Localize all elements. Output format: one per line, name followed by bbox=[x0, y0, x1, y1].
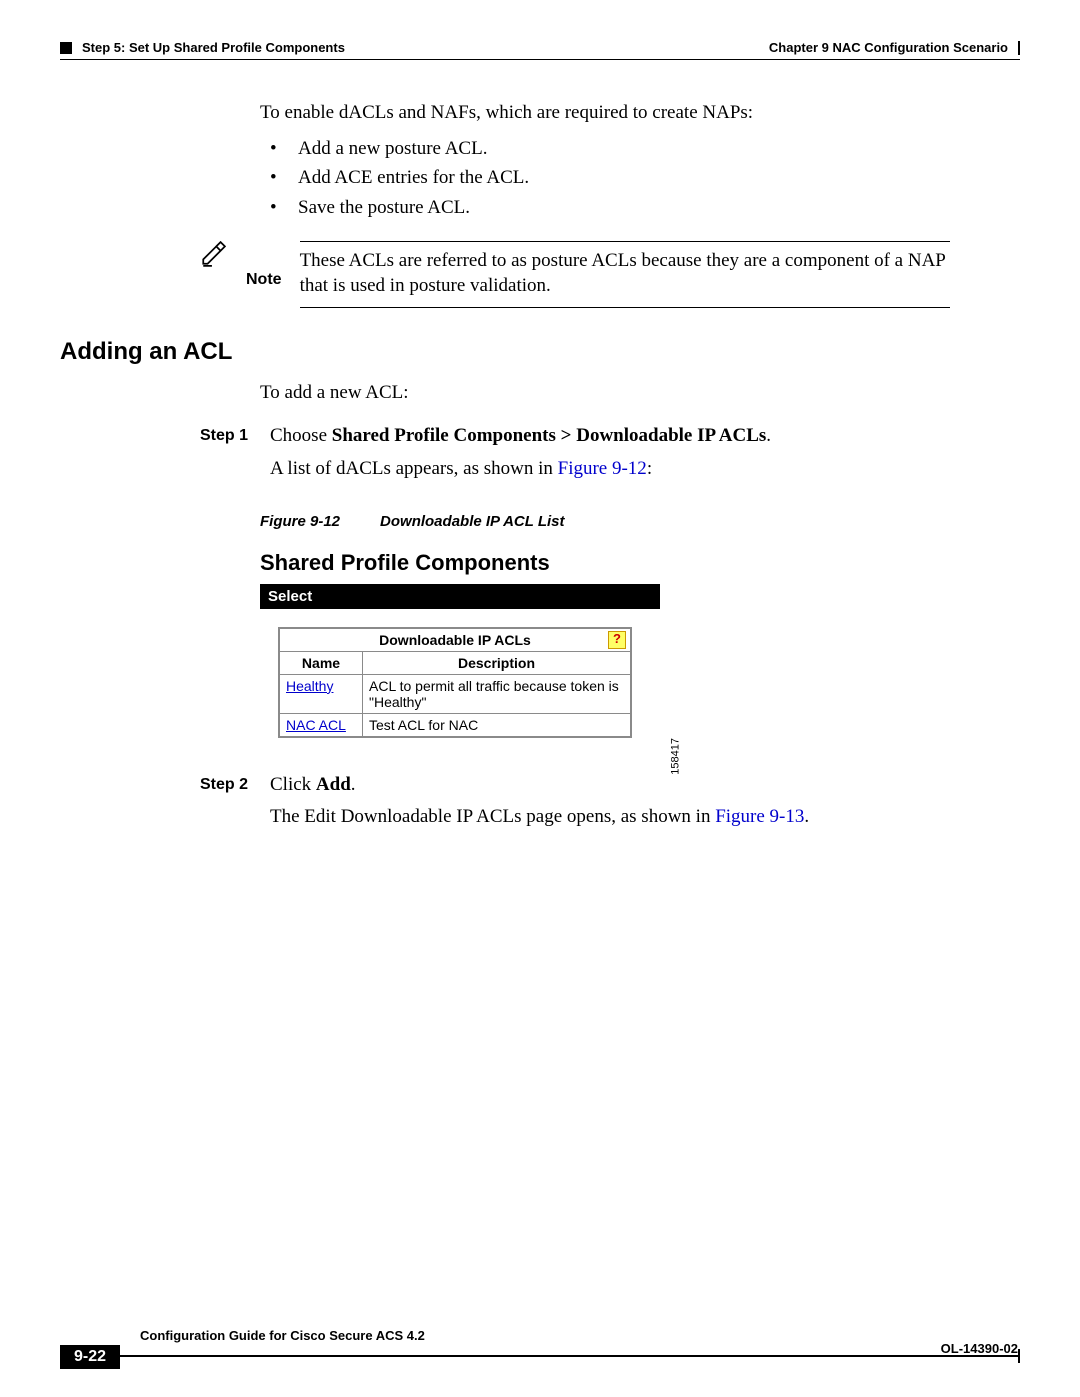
col-header-desc: Description bbox=[363, 651, 631, 674]
step-text: . bbox=[804, 806, 809, 827]
select-bar: Select bbox=[260, 584, 660, 609]
help-icon[interactable]: ? bbox=[608, 631, 626, 649]
list-item: Add a new posture ACL. bbox=[260, 136, 950, 162]
footer-end-tick bbox=[1018, 1349, 1020, 1363]
dacl-name-link[interactable]: NAC ACL bbox=[286, 717, 346, 733]
table-title: Downloadable IP ACLs bbox=[379, 632, 531, 648]
list-item: Add ACE entries for the ACL. bbox=[260, 165, 950, 191]
figure-ref-link[interactable]: Figure 9-12 bbox=[558, 458, 647, 479]
step-text: Click bbox=[270, 774, 316, 795]
step-text: Choose bbox=[270, 425, 332, 446]
step-text-bold: Add bbox=[316, 774, 351, 795]
figure-title: Downloadable IP ACL List bbox=[380, 513, 564, 530]
table-row: NAC ACL Test ACL for NAC bbox=[280, 713, 631, 736]
step-text: . bbox=[766, 425, 771, 446]
footer-rule: OL-14390-02 bbox=[120, 1355, 1018, 1369]
step-label: Step 2 bbox=[200, 772, 250, 831]
note-rule-bottom bbox=[300, 307, 950, 308]
footer-guide-title: Configuration Guide for Cisco Secure ACS… bbox=[140, 1328, 1020, 1343]
section-heading: Adding an ACL bbox=[60, 338, 1020, 366]
page-header: Step 5: Set Up Shared Profile Components… bbox=[60, 40, 1020, 55]
step-text: The Edit Downloadable IP ACLs page opens… bbox=[270, 806, 715, 827]
header-rule bbox=[60, 59, 1020, 60]
figure-ref-link[interactable]: Figure 9-13 bbox=[715, 806, 804, 827]
header-marker-left bbox=[60, 42, 72, 54]
step-text: : bbox=[647, 458, 652, 479]
step-1: Step 1 Choose Shared Profile Components … bbox=[200, 423, 950, 482]
step-text: A list of dACLs appears, as shown in bbox=[270, 458, 558, 479]
figure-caption: Figure 9-12 Downloadable IP ACL List bbox=[260, 513, 1020, 530]
note-block: Note These ACLs are referred to as postu… bbox=[200, 241, 950, 308]
step-text: . bbox=[351, 774, 356, 795]
note-text: These ACLs are referred to as posture AC… bbox=[300, 250, 946, 297]
note-rule-top bbox=[300, 241, 950, 242]
dacl-name-link[interactable]: Healthy bbox=[286, 678, 333, 694]
intro-lead: To enable dACLs and NAFs, which are requ… bbox=[260, 100, 950, 126]
page-number: 9-22 bbox=[60, 1345, 120, 1369]
dacl-table: Downloadable IP ACLs ? Name Description … bbox=[279, 628, 631, 737]
note-label: Note bbox=[246, 269, 282, 308]
intro-bullets: Add a new posture ACL. Add ACE entries f… bbox=[260, 136, 950, 221]
table-row: Healthy ACL to permit all traffic becaus… bbox=[280, 674, 631, 713]
step-label: Step 1 bbox=[200, 423, 250, 482]
table-title-cell: Downloadable IP ACLs ? bbox=[280, 628, 631, 651]
pencil-icon bbox=[200, 241, 228, 308]
figure-number: Figure 9-12 bbox=[260, 513, 340, 530]
step-2: Step 2 Click Add. The Edit Downloadable … bbox=[200, 772, 950, 831]
page-footer: Configuration Guide for Cisco Secure ACS… bbox=[60, 1328, 1020, 1369]
figure-side-id: 158417 bbox=[670, 738, 682, 775]
footer-ol-number: OL-14390-02 bbox=[941, 1341, 1018, 1356]
col-header-name: Name bbox=[280, 651, 363, 674]
screenshot-panel: Shared Profile Components Select Downloa… bbox=[260, 550, 660, 738]
header-chapter-label: Chapter 9 NAC Configuration Scenario bbox=[769, 40, 1008, 55]
dacl-desc: Test ACL for NAC bbox=[363, 713, 631, 736]
screenshot-title: Shared Profile Components bbox=[260, 550, 660, 576]
header-step-label: Step 5: Set Up Shared Profile Components bbox=[82, 40, 345, 55]
section-intro: To add a new ACL: bbox=[260, 380, 950, 406]
header-marker-right bbox=[1018, 41, 1020, 55]
list-item: Save the posture ACL. bbox=[260, 195, 950, 221]
dacl-desc: ACL to permit all traffic because token … bbox=[363, 674, 631, 713]
step-text-bold: Shared Profile Components > Downloadable… bbox=[332, 425, 767, 446]
